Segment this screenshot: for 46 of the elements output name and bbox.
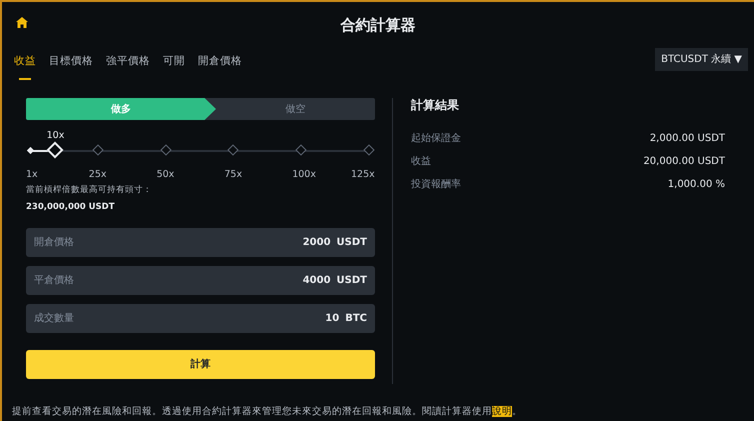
unit-label: USDT [336, 274, 367, 288]
field-label: 開倉價格 [34, 236, 74, 250]
result-value: 2,000.00 USDT [650, 132, 725, 146]
tab[interactable]: 可開 [159, 48, 189, 76]
results-title: 計算結果 [411, 97, 460, 114]
symbol-dropdown[interactable]: BTCUSDT 永續 ▼ [655, 48, 748, 71]
max-position: 230,000,000 USDT [26, 200, 116, 214]
tick-mark [228, 144, 240, 156]
unit-label: BTC [345, 312, 367, 326]
field-value[interactable]: 4000 [270, 272, 331, 288]
tab[interactable]: 目標價格 [45, 48, 97, 76]
side-tab[interactable]: 做空 [216, 98, 375, 120]
footer-text: 提前查看交易的潛在風險和回報。透過使用合約計算器來管理您未來交易的潛在回報和風險。閱讀計算器使用說明。 [12, 405, 522, 419]
result-label: 起始保證金 [411, 132, 461, 146]
input-field[interactable]: 開倉價格 2000 USDT [26, 228, 375, 256]
tick-label: 75x [224, 168, 242, 182]
tick-label: 50x [156, 168, 174, 182]
tick-mark [363, 144, 375, 156]
tick-mark [26, 146, 34, 154]
tab[interactable]: 開倉價格 [194, 48, 246, 76]
help-link[interactable]: 說明 [492, 406, 512, 417]
tick-mark [160, 144, 172, 156]
input-field[interactable]: 成交數量 10 BTC [26, 304, 375, 332]
tick-mark [92, 144, 104, 156]
tick-label: 1x [26, 168, 38, 182]
tick-label: 25x [88, 168, 107, 182]
input-field[interactable]: 平倉價格 4000 USDT [26, 266, 375, 294]
home-icon[interactable] [16, 17, 28, 28]
tick-label: 125x [351, 168, 375, 182]
field-label: 成交數量 [34, 312, 74, 326]
unit-label: USDT [336, 236, 367, 250]
tab[interactable]: 強平價格 [102, 48, 154, 76]
leverage-reading: 10x [46, 129, 64, 143]
result-value: 20,000.00 USDT [643, 155, 725, 169]
result-label: 投資報酬率 [411, 178, 461, 192]
tick-label: 100x [292, 168, 316, 182]
caret-icon: ▼ [734, 54, 742, 65]
field-value[interactable]: 2000 [270, 234, 331, 250]
page-title: 合約計算器 [340, 14, 416, 36]
leverage-note: 當前槓桿倍數最高可持有頭寸： [26, 184, 153, 197]
result-label: 收益 [411, 155, 431, 169]
calculate-button[interactable]: 計算 [26, 350, 375, 378]
field-label: 平倉價格 [34, 274, 74, 288]
tick-mark [296, 144, 307, 156]
field-value[interactable]: 10 [279, 310, 340, 326]
result-value: 1,000.00 % [668, 178, 725, 192]
